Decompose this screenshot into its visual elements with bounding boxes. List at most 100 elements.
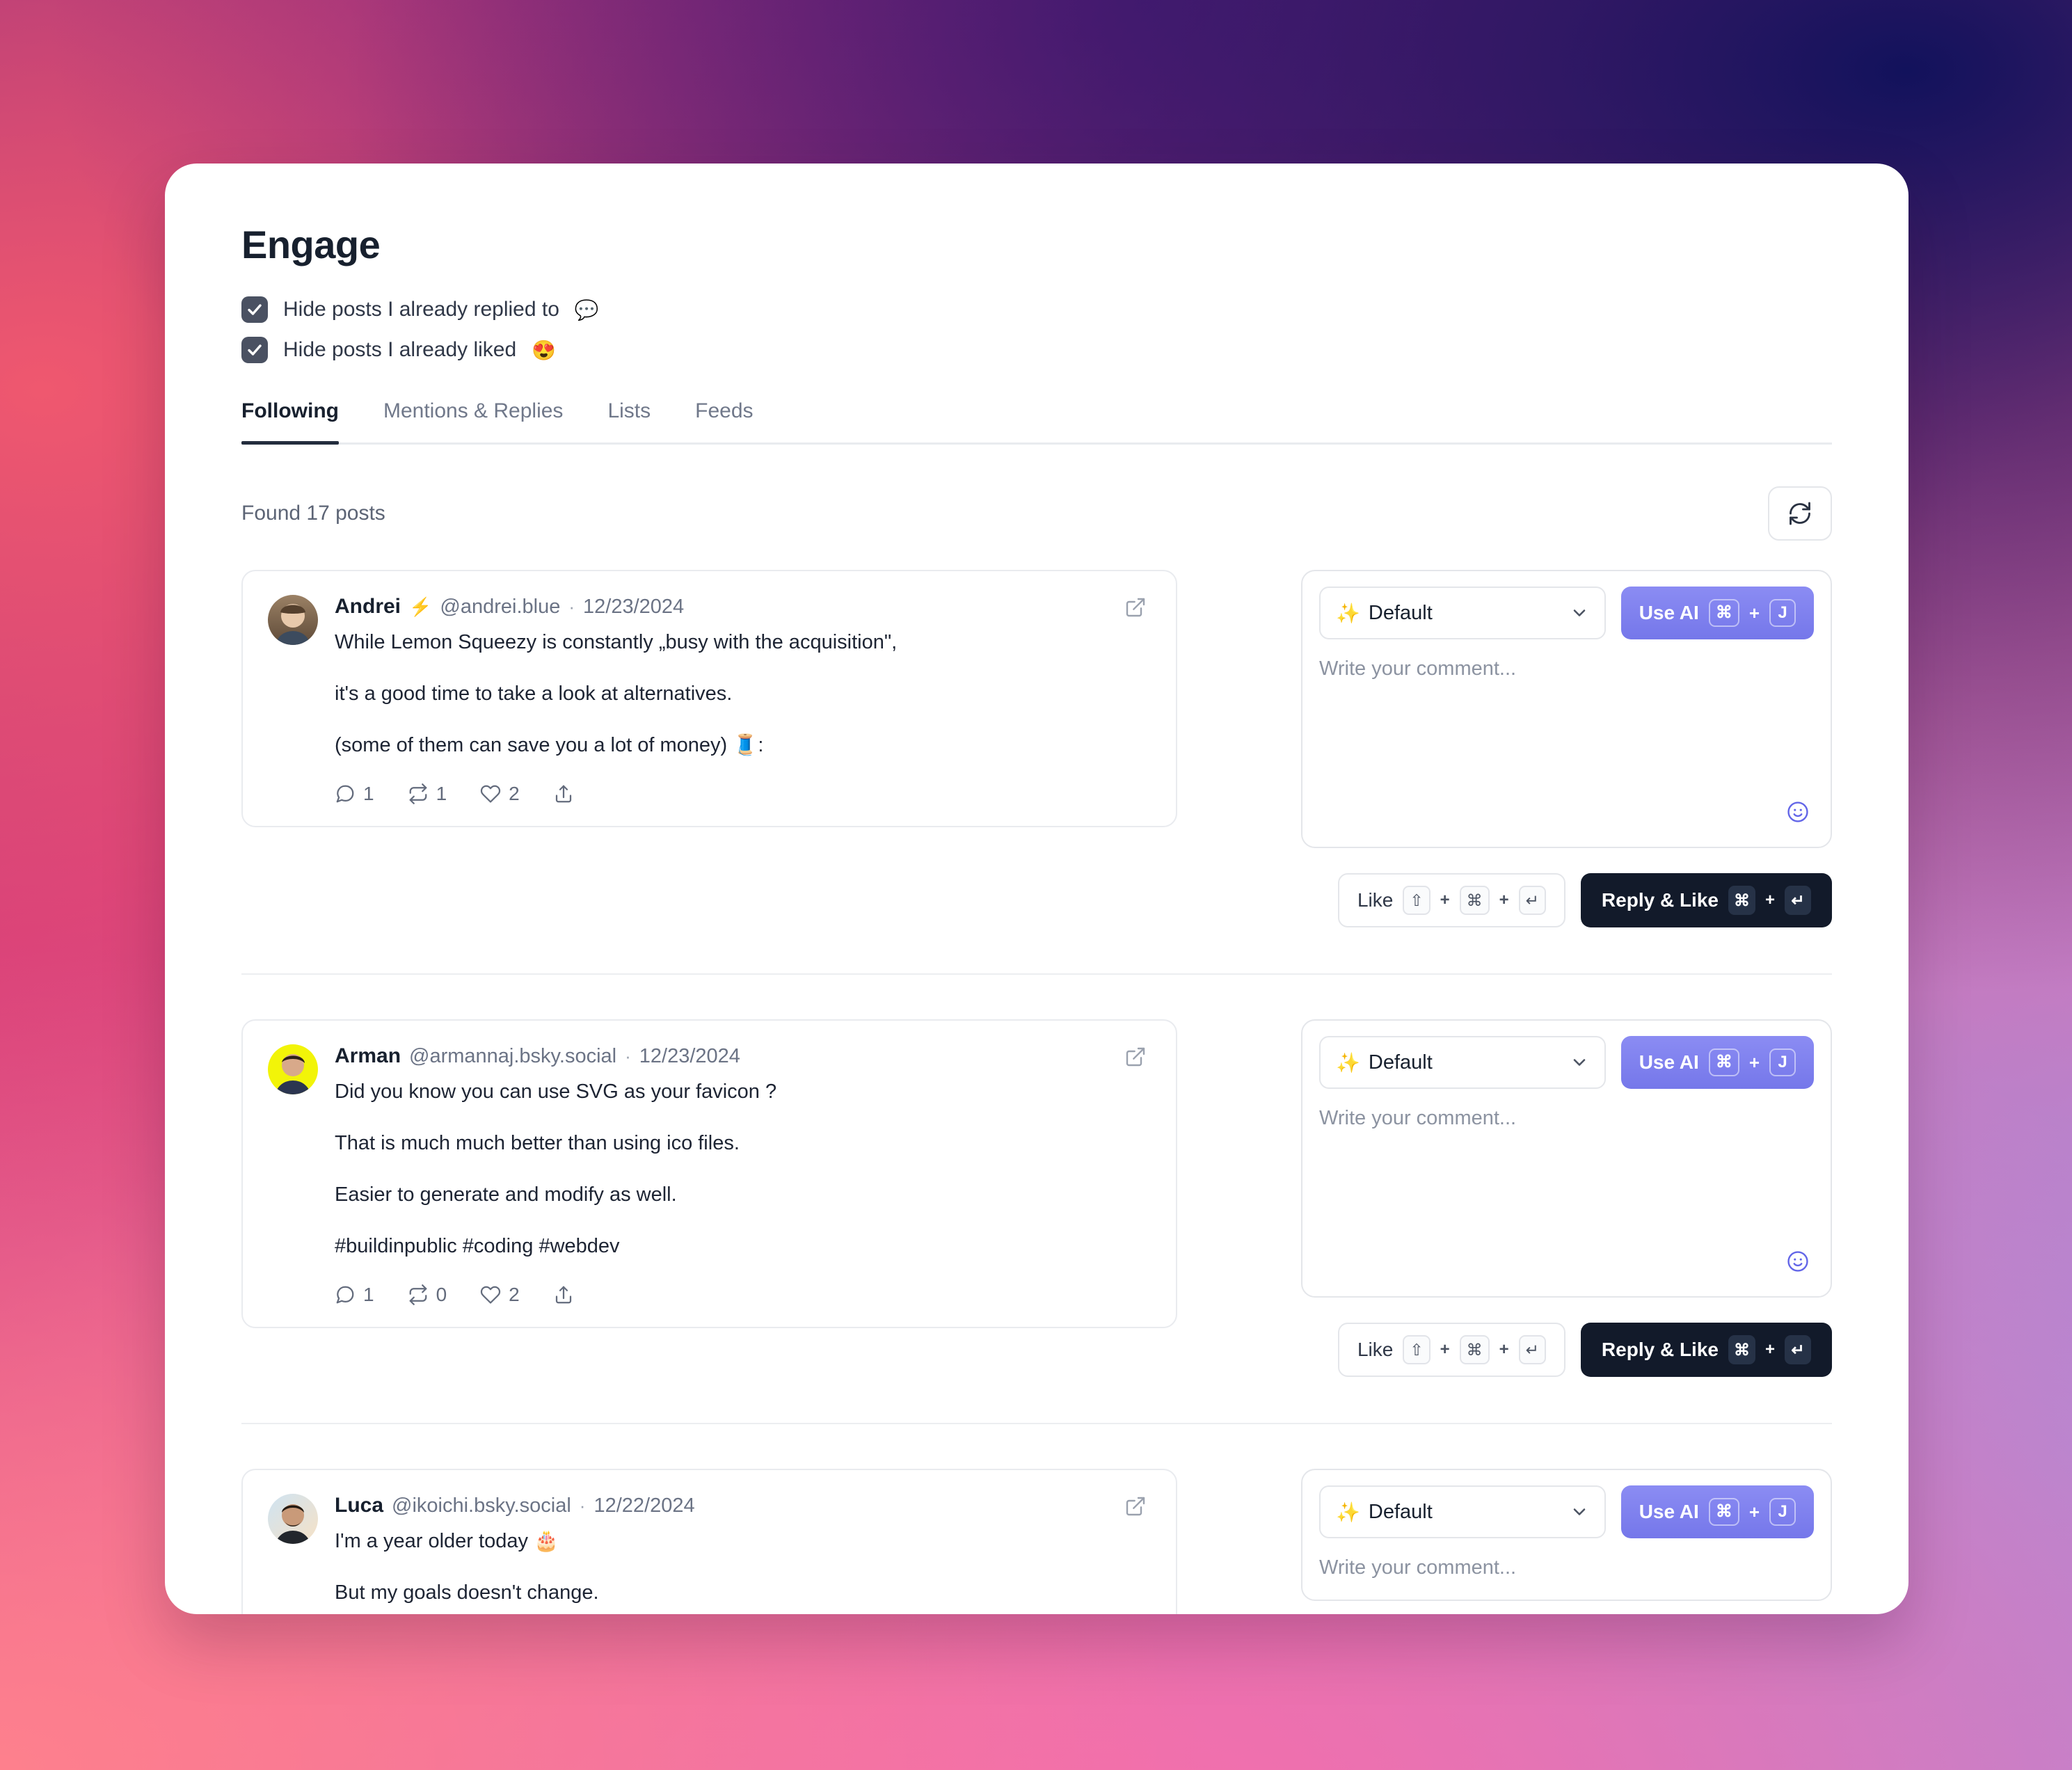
kbd-command: ⌘ [1459,1335,1490,1364]
reply-and-like-button[interactable]: Reply & Like ⌘ + ↵ [1580,1323,1832,1377]
separator: · [579,1495,586,1516]
separator: · [625,1046,631,1067]
post-paragraph: But my goals doesn't change. [335,1581,599,1604]
like-button-label: Like [1357,889,1394,911]
like-action[interactable]: 2 [480,1284,520,1306]
ai-preset-value: Default [1368,601,1433,624]
use-ai-button[interactable]: Use AI ⌘ + J [1620,587,1814,639]
post-hashtags[interactable]: #buildinpublic #coding #webdev [335,1232,1109,1260]
post-card[interactable]: Luca @ikoichi.bsky.social · 12/22/2024 I… [241,1469,1177,1614]
kbd-plus: + [1748,1051,1760,1073]
reply-action[interactable]: 1 [335,1284,374,1306]
comment-input[interactable]: Write your comment... [1319,657,1814,847]
ai-preset-select[interactable]: ✨ Default [1319,1485,1606,1538]
kbd-plus: + [1748,602,1760,623]
like-button[interactable]: Like ⇧ + ⌘ + ↵ [1337,873,1565,927]
comment-icon [336,1286,354,1304]
filter-hide-replied[interactable]: Hide posts I already replied to 💬 [241,296,1832,323]
reply-and-like-label: Reply & Like [1601,889,1719,911]
comment-input[interactable]: Write your comment... [1319,1107,1814,1296]
sparkles-icon: ✨ [1336,1051,1360,1074]
reply-and-like-button[interactable]: Reply & Like ⌘ + ↵ [1580,873,1832,927]
reply-column: ✨ Default Use AI ⌘ + J Write your commen… [1301,570,1832,927]
avatar [268,595,318,645]
post-text: While Lemon Squeezy is constantly „busy … [335,628,1109,759]
kbd-command: ⌘ [1708,599,1739,627]
external-link-icon [1126,598,1145,617]
tab-lists[interactable]: Lists [585,399,673,442]
tab-feeds[interactable]: Feeds [673,399,775,442]
comment-composer: ✨ Default Use AI ⌘ + J Write your commen… [1301,1019,1832,1298]
use-ai-label: Use AI [1639,1051,1699,1073]
sparkles-icon: ✨ [1336,602,1360,624]
repost-action[interactable]: 0 [408,1284,447,1306]
filter-hide-liked-label: Hide posts I already liked [283,338,517,361]
post-text: Did you know you can use SVG as your fav… [335,1078,1109,1260]
check-icon [248,304,262,315]
author-name[interactable]: Andrei [335,595,401,619]
kbd-plus: + [1440,1340,1450,1359]
chevron-down-icon [1573,1508,1585,1515]
kbd-shift: ⇧ [1403,886,1431,915]
feed-row: Luca @ikoichi.bsky.social · 12/22/2024 I… [241,1424,1832,1614]
avatar-image [268,1494,318,1544]
heart-icon [481,1286,501,1304]
separator: · [568,596,575,617]
post-actions: 1 0 2 [335,1284,1109,1306]
like-button[interactable]: Like ⇧ + ⌘ + ↵ [1337,1323,1565,1377]
kbd-enter: ↵ [1518,1335,1546,1364]
open-external-button[interactable] [1124,1046,1147,1071]
speech-bubble-icon: 💬 [574,298,599,321]
avatar-image [268,1044,318,1094]
external-link-icon [1126,1047,1145,1067]
chevron-down-icon [1573,609,1585,616]
reply-action[interactable]: 1 [335,783,374,805]
comment-composer: ✨ Default Use AI ⌘ + J Write your commen… [1301,570,1832,848]
post-card[interactable]: Arman @armannaj.bsky.social · 12/23/2024… [241,1019,1177,1329]
avatar [268,1044,318,1094]
emoji-picker-button[interactable] [1786,1250,1810,1277]
checkbox-hide-liked[interactable] [241,337,268,363]
open-external-button[interactable] [1124,1495,1147,1521]
repost-action[interactable]: 1 [408,783,447,805]
share-action[interactable] [553,783,574,804]
like-action[interactable]: 2 [480,783,520,805]
post-date: 12/23/2024 [583,596,685,618]
results-count-label: Found 17 posts [241,502,385,525]
repost-count: 0 [436,1284,447,1306]
post-paragraph: That is much much better than using ico … [335,1132,740,1155]
post-paragraph: I'm a year older today 🎂 [335,1530,559,1552]
author-handle[interactable]: @armannaj.bsky.social [409,1045,616,1068]
kbd-command: ⌘ [1728,1335,1755,1364]
reply-column: ✨ Default Use AI ⌘ + J Write your commen… [1301,1469,1832,1601]
author-handle[interactable]: @andrei.blue [440,596,560,619]
author-name[interactable]: Luca [335,1494,383,1517]
heart-eyes-icon: 😍 [532,339,557,361]
post-card[interactable]: Andrei ⚡ @andrei.blue · 12/23/2024 While… [241,570,1177,828]
avatar [268,1494,318,1544]
comment-input[interactable]: Write your comment... [1319,1556,1814,1600]
tab-mentions-replies[interactable]: Mentions & Replies [361,399,585,442]
post-paragraph: While Lemon Squeezy is constantly „busy … [335,631,898,653]
post-paragraph: it's a good time to take a look at alter… [335,683,733,705]
kbd-enter: ↵ [1785,886,1811,915]
kbd-j: J [1769,599,1796,627]
post-author-line: Arman @armannaj.bsky.social · 12/23/2024 [335,1044,1109,1068]
refresh-button[interactable] [1768,486,1832,541]
author-handle[interactable]: @ikoichi.bsky.social [392,1494,571,1517]
use-ai-button[interactable]: Use AI ⌘ + J [1620,1485,1814,1538]
share-action[interactable] [553,1284,574,1305]
checkbox-hide-replied[interactable] [241,296,268,323]
open-external-button[interactable] [1124,596,1147,622]
use-ai-button[interactable]: Use AI ⌘ + J [1620,1036,1814,1089]
ai-preset-select[interactable]: ✨ Default [1319,1036,1606,1089]
ai-preset-select[interactable]: ✨ Default [1319,587,1606,639]
kbd-j: J [1769,1049,1796,1076]
composer-toolbar: ✨ Default Use AI ⌘ + J [1319,1485,1814,1538]
emoji-picker-button[interactable] [1786,800,1810,827]
author-name[interactable]: Arman [335,1044,401,1068]
kbd-command: ⌘ [1708,1049,1739,1076]
filter-hide-liked[interactable]: Hide posts I already liked 😍 [241,337,1832,363]
tab-following[interactable]: Following [241,399,361,445]
feed-row: Andrei ⚡ @andrei.blue · 12/23/2024 While… [241,570,1832,975]
